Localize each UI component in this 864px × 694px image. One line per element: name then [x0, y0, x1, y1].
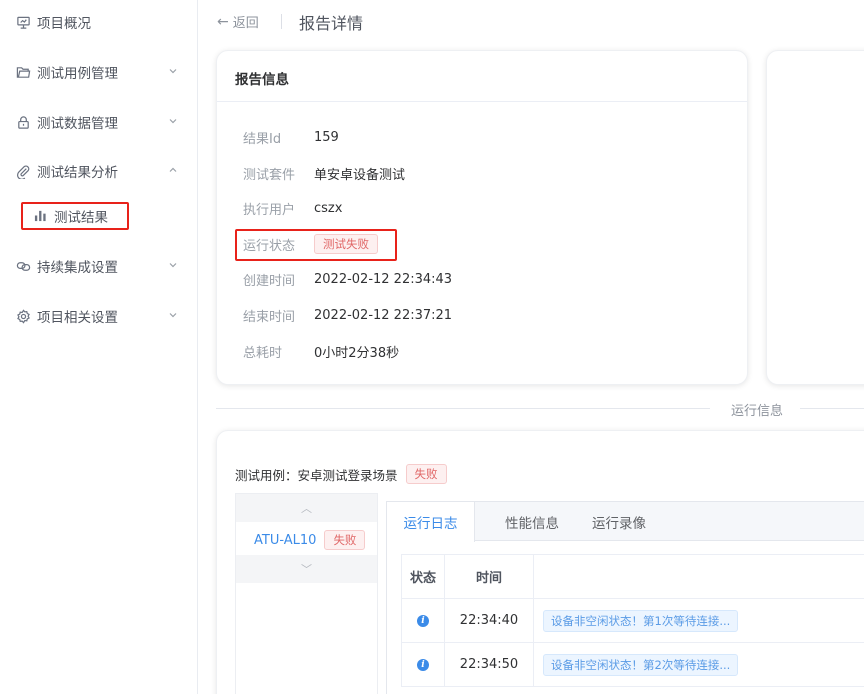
field-value: 单安卓设备测试 — [314, 167, 406, 183]
run-info-label: 运行信息 — [731, 404, 784, 419]
field-value: 2022-02-12 22:34:43 — [314, 271, 453, 287]
field-value: 2022-02-12 22:37:21 — [314, 307, 453, 323]
chevron-down-icon — [169, 69, 177, 74]
tabs-bar: 运行日志 性能信息 运行录像 — [387, 502, 864, 542]
presentation-icon — [15, 14, 31, 30]
table-header: 状态 时间 — [401, 554, 864, 599]
field-value: 159 — [314, 129, 339, 145]
field-label: 结束时间 — [243, 309, 296, 325]
chevron-up-icon — [169, 167, 177, 172]
bar-chart-icon — [34, 209, 48, 223]
submenu-item-label: 测试结果 — [54, 210, 108, 226]
log-message: 设备非空闲状态！第1次等待连接... — [543, 609, 739, 632]
device-list: ︿ ATU-AL10 失败 ﹀ — [235, 493, 378, 694]
time-cell: 22:34:50 — [445, 643, 534, 686]
field-label: 创建时间 — [243, 273, 296, 289]
divider-line — [216, 408, 710, 409]
message-cell: 设备非空闲状态！第2次等待连接... — [534, 643, 864, 686]
device-name: ATU-AL10 — [254, 532, 317, 548]
field-result-id: 结果Id 159 — [243, 127, 339, 147]
field-suite: 测试套件 单安卓设备测试 — [243, 163, 405, 183]
info-icon: i — [417, 658, 429, 671]
chevron-down-icon — [169, 263, 177, 268]
arrow-left-icon: ← — [217, 13, 229, 30]
divider-line — [800, 408, 864, 409]
menu-item-label: 项目相关设置 — [37, 310, 118, 326]
field-ended: 结束时间 2022-02-12 22:37:21 — [243, 305, 452, 325]
log-message: 设备非空闲状态！第2次等待连接... — [543, 653, 739, 676]
menu-item-ci-settings[interactable]: 持续集成设置 — [0, 248, 198, 284]
field-value: cszx — [314, 200, 343, 216]
report-info-card: 报告信息 结果Id 159 测试套件 单安卓设备测试 执行用户 cszx 运行状… — [216, 50, 748, 385]
field-label: 结果Id — [243, 131, 282, 147]
tab-recording[interactable]: 运行录像 — [577, 502, 661, 541]
menu-item-label: 测试数据管理 — [37, 116, 118, 132]
menu-item-project-overview[interactable]: 项目概况 — [0, 4, 198, 40]
back-button[interactable]: ← 返回 — [217, 12, 259, 32]
test-case-title: 测试用例：安卓测试登录场景 失败 — [235, 464, 447, 484]
menu-item-label: 测试用例管理 — [37, 66, 118, 82]
tab-run-log[interactable]: 运行日志 — [387, 502, 475, 542]
menu-item-result-analysis[interactable]: 测试结果分析 — [0, 153, 198, 189]
link-icon — [15, 258, 31, 274]
status-badge: 失败 — [324, 530, 366, 550]
menu-item-test-data[interactable]: 测试数据管理 — [0, 104, 198, 140]
column-header-message — [534, 555, 864, 598]
chevron-down-icon — [169, 313, 177, 318]
time-cell: 22:34:40 — [445, 599, 534, 642]
menu-item-test-cases[interactable]: 测试用例管理 — [0, 54, 198, 90]
test-case-name: 测试用例：安卓测试登录场景 — [235, 467, 398, 483]
tab-performance[interactable]: 性能信息 — [490, 502, 574, 541]
column-header-status: 状态 — [402, 555, 445, 598]
status-highlight-box — [235, 229, 397, 261]
submenu-item-test-results[interactable]: 测试结果 — [21, 202, 129, 230]
header-divider — [281, 14, 282, 29]
card-divider — [217, 101, 747, 102]
field-label: 测试套件 — [243, 167, 296, 183]
sidebar: 项目概况 测试用例管理 测试数据管理 测试结果分析 测试结果 持续集成设置 项目… — [0, 0, 198, 694]
column-header-time: 时间 — [445, 555, 534, 598]
field-created: 创建时间 2022-02-12 22:34:43 — [243, 269, 452, 289]
page-title: 报告详情 — [299, 14, 364, 33]
field-value: 0小时2分38秒 — [314, 345, 400, 361]
folder-icon — [15, 64, 31, 80]
device-item[interactable]: ATU-AL10 失败 — [236, 524, 377, 556]
status-badge: 失败 — [405, 464, 447, 484]
menu-item-label: 测试结果分析 — [37, 165, 118, 181]
run-info-card: 测试用例：安卓测试登录场景 失败 ︿ ATU-AL10 失败 ﹀ 运行日志 性能… — [216, 430, 864, 694]
field-user: 执行用户 cszx — [243, 198, 342, 218]
field-label: 执行用户 — [243, 202, 296, 218]
gear-icon — [15, 308, 31, 324]
table-row: i 22:34:40 设备非空闲状态！第1次等待连接... — [401, 599, 864, 643]
page-header: ← 返回 报告详情 — [199, 0, 864, 44]
paperclip-icon — [15, 163, 31, 179]
chevron-down-icon[interactable]: ﹀ — [236, 555, 377, 583]
menu-item-label: 项目概况 — [37, 16, 91, 32]
chevron-down-icon — [169, 119, 177, 124]
menu-item-label: 持续集成设置 — [37, 260, 118, 276]
chevron-up-icon[interactable]: ︿ — [236, 494, 377, 522]
menu-item-project-settings[interactable]: 项目相关设置 — [0, 298, 198, 334]
run-tabs-panel: 运行日志 性能信息 运行录像 状态 时间 i 22:34:40 设备非空闲状态！… — [386, 501, 864, 694]
info-icon: i — [417, 614, 429, 627]
lock-icon — [15, 114, 31, 130]
card-title: 报告信息 — [235, 72, 289, 88]
field-duration: 总耗时 0小时2分38秒 — [243, 341, 399, 361]
field-label: 总耗时 — [243, 345, 283, 361]
table-row: i 22:34:50 设备非空闲状态！第2次等待连接... — [401, 643, 864, 687]
back-label: 返回 — [232, 16, 259, 31]
status-cell: i — [402, 643, 445, 686]
side-card — [766, 50, 864, 385]
message-cell: 设备非空闲状态！第1次等待连接... — [534, 599, 864, 642]
status-cell: i — [402, 599, 445, 642]
